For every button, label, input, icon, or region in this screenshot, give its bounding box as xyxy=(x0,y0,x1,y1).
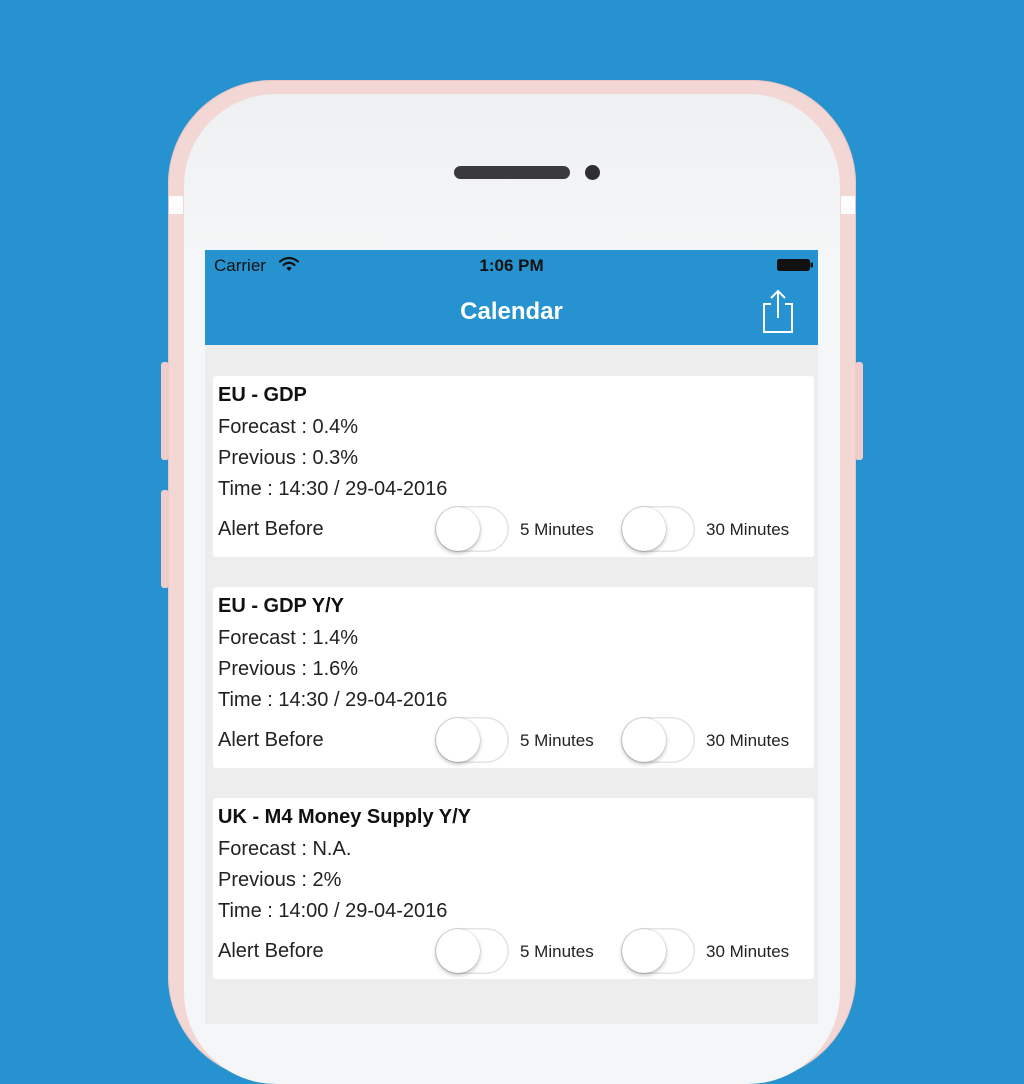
event-forecast: Forecast : N.A. xyxy=(218,838,352,860)
alert-before-label: Alert Before xyxy=(218,729,324,751)
event-card: EU - GDP Y/Y Forecast : 1.4% Previous : … xyxy=(213,587,814,768)
power-button xyxy=(855,362,863,460)
alert-30-minutes-label: 30 Minutes xyxy=(706,731,790,750)
toggle-knob xyxy=(622,718,666,762)
alert-5-minutes-label: 5 Minutes xyxy=(520,942,594,961)
status-bar: Carrier 1:06 PM xyxy=(205,250,818,280)
event-time: Time : 14:30 / 29-04-2016 xyxy=(218,689,448,711)
event-forecast: Forecast : 1.4% xyxy=(218,627,359,649)
alert-30-minutes-toggle[interactable] xyxy=(621,506,695,552)
toggle-knob xyxy=(622,507,666,551)
event-card: EU - GDP Forecast : 0.4% Previous : 0.3%… xyxy=(213,376,814,557)
event-previous: Previous : 1.6% xyxy=(218,658,359,680)
alert-5-minutes-toggle[interactable] xyxy=(435,928,509,974)
alert-5-minutes-toggle[interactable] xyxy=(435,506,509,552)
alert-30-minutes-toggle[interactable] xyxy=(621,717,695,763)
status-time: 1:06 PM xyxy=(479,256,544,275)
event-time: Time : 14:00 / 29-04-2016 xyxy=(218,900,448,922)
toggle-knob xyxy=(436,507,480,551)
alert-5-minutes-toggle[interactable] xyxy=(435,717,509,763)
alert-before-label: Alert Before xyxy=(218,518,324,540)
event-previous: Previous : 0.3% xyxy=(218,447,359,469)
front-camera xyxy=(585,165,600,180)
alert-30-minutes-label: 30 Minutes xyxy=(706,520,790,539)
volume-up-button xyxy=(161,362,169,460)
battery-icon xyxy=(777,259,813,271)
antenna-band xyxy=(841,196,855,214)
volume-down-button xyxy=(161,490,169,588)
alert-5-minutes-label: 5 Minutes xyxy=(520,520,594,539)
navigation-bar: Carrier 1:06 PM Calendar xyxy=(205,250,818,345)
alert-30-minutes-toggle[interactable] xyxy=(621,928,695,974)
event-previous: Previous : 2% xyxy=(218,869,342,891)
event-card: UK - M4 Money Supply Y/Y Forecast : N.A.… xyxy=(213,798,814,979)
event-title: EU - GDP Y/Y xyxy=(218,595,344,617)
event-title: EU - GDP xyxy=(218,384,307,406)
toggle-knob xyxy=(436,929,480,973)
toggle-knob xyxy=(436,718,480,762)
alert-before-label: Alert Before xyxy=(218,940,324,962)
alert-30-minutes-label: 30 Minutes xyxy=(706,942,790,961)
event-forecast: Forecast : 0.4% xyxy=(218,416,359,438)
event-title: UK - M4 Money Supply Y/Y xyxy=(218,806,471,828)
alert-5-minutes-label: 5 Minutes xyxy=(520,731,594,750)
page-title: Calendar xyxy=(460,298,563,325)
app-screen: Carrier 1:06 PM Calendar EU - GDP Foreca… xyxy=(205,250,818,1024)
share-icon[interactable] xyxy=(761,288,795,334)
antenna-band xyxy=(169,196,183,214)
event-time: Time : 14:30 / 29-04-2016 xyxy=(218,478,448,500)
earpiece-speaker xyxy=(454,166,570,179)
toggle-knob xyxy=(622,929,666,973)
